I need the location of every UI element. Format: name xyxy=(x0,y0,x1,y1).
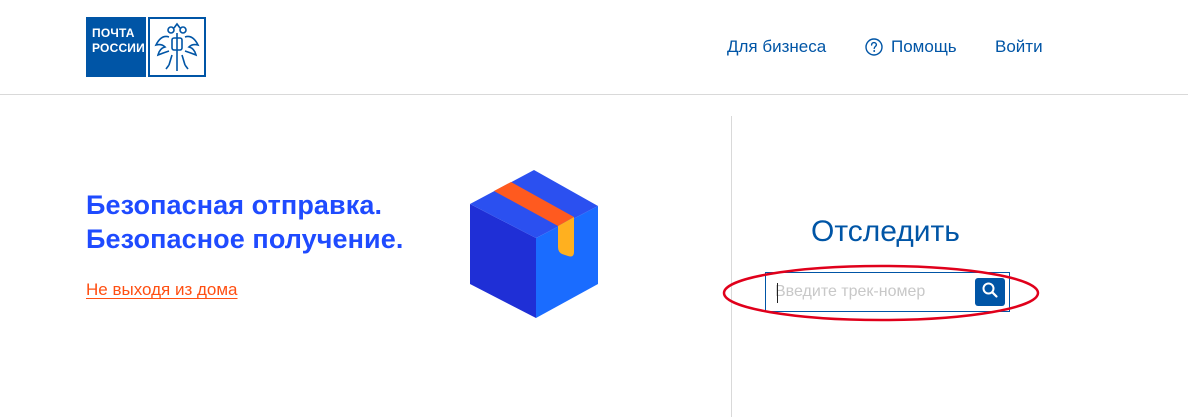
logo-line-2: РОССИИ xyxy=(92,41,145,55)
eagle-emblem-icon xyxy=(148,17,206,77)
stay-home-link[interactable]: Не выходя из дома xyxy=(86,280,237,300)
question-circle-icon xyxy=(865,38,883,56)
search-button[interactable] xyxy=(975,278,1005,306)
section-divider xyxy=(731,116,732,417)
hero-title-line-2: Безопасное получение. xyxy=(86,224,404,254)
tracking-number-input[interactable] xyxy=(775,278,971,306)
site-header: ПОЧТА РОССИИ Для бизнеса Помощь Войти xyxy=(0,0,1188,95)
logo-wordmark: ПОЧТА РОССИИ xyxy=(86,17,146,77)
nav-help-label: Помощь xyxy=(891,37,957,56)
hero-title-line-1: Безопасная отправка. xyxy=(86,190,383,220)
tracking-form xyxy=(765,272,1010,312)
logo-line-1: ПОЧТА xyxy=(92,26,135,40)
tracking-title: Отследить xyxy=(811,215,960,248)
search-icon xyxy=(981,281,999,304)
text-cursor xyxy=(777,283,778,303)
parcel-box-icon xyxy=(466,166,602,320)
pochta-rossii-logo[interactable]: ПОЧТА РОССИИ xyxy=(86,17,206,77)
nav-link-help[interactable]: Помощь xyxy=(865,36,957,58)
nav-link-business[interactable]: Для бизнеса xyxy=(727,36,826,58)
nav-link-login[interactable]: Войти xyxy=(995,36,1043,58)
